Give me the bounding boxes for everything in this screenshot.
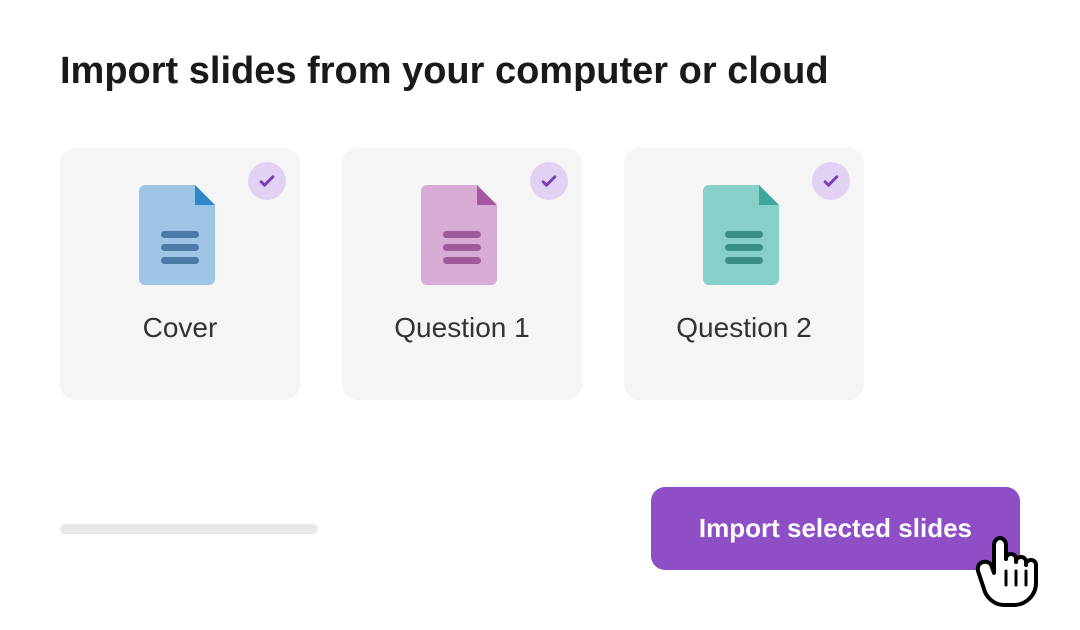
loading-bar [60,524,318,534]
slide-card-label: Question 1 [394,312,529,344]
file-icon [139,185,221,290]
file-icon [703,185,785,290]
slide-card-label: Cover [143,312,218,344]
selected-check-icon [248,162,286,200]
slide-card-question-1[interactable]: Question 1 [342,148,582,400]
selected-check-icon [530,162,568,200]
page-title: Import slides from your computer or clou… [60,50,1020,93]
footer: Import selected slides [60,487,1020,570]
slide-card-list: Cover Question 1 [60,148,1020,400]
slide-card-question-2[interactable]: Question 2 [624,148,864,400]
selected-check-icon [812,162,850,200]
file-icon [421,185,503,290]
import-selected-button[interactable]: Import selected slides [651,487,1020,570]
slide-card-cover[interactable]: Cover [60,148,300,400]
slide-card-label: Question 2 [676,312,811,344]
